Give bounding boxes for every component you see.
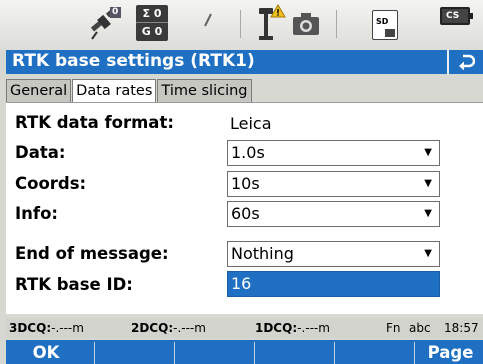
dropdown-arrow-icon: ▼ <box>424 248 432 259</box>
info-rate-value: 60s <box>231 204 260 223</box>
data-rate-label: Data: <box>15 143 66 162</box>
status-separator <box>336 10 337 38</box>
3d-quality: 3DCQ:-.---m <box>9 321 84 335</box>
tab-label: General <box>10 83 68 99</box>
rtk-data-format-label: RTK data format: <box>15 113 174 132</box>
tab-time-slicing[interactable]: Time slicing <box>157 79 252 103</box>
status-icon-bar: 0 Σ 0 G 0 SD CS <box>0 0 483 50</box>
sd-card-label: SD <box>376 17 389 26</box>
softkey-separator <box>94 342 95 364</box>
softkey-separator <box>254 342 255 364</box>
softkey-bar: OK Page <box>6 340 483 364</box>
tab-general[interactable]: General <box>6 79 72 103</box>
page-title: RTK base settings (RTK1) <box>12 51 255 71</box>
dropdown-arrow-icon: ▼ <box>424 208 432 219</box>
tab-label: Data rates <box>76 83 153 99</box>
data-rate-select[interactable]: 1.0s ▼ <box>227 140 440 166</box>
info-rate-label: Info: <box>15 204 58 223</box>
2d-quality: 2DCQ:-.---m <box>131 321 206 335</box>
back-arrow-icon <box>459 54 475 70</box>
sat-count-gps: G 0 <box>136 22 168 40</box>
softkey-separator <box>334 342 335 364</box>
softkey-separator <box>174 342 175 364</box>
softkey-separator <box>414 342 415 364</box>
back-button[interactable] <box>447 50 483 74</box>
quality-status-line: 3DCQ:-.---m 2DCQ:-.---m 1DCQ:-.---m Fn a… <box>6 318 483 338</box>
end-of-message-value: Nothing <box>231 244 294 263</box>
rtk-base-id-input[interactable]: 16 <box>227 271 440 297</box>
fn-indicator: Fn <box>386 321 401 335</box>
input-mode-indicator: abc <box>409 321 431 335</box>
battery-icon: CS <box>440 7 473 25</box>
rtk-base-id-value: 16 <box>231 274 252 293</box>
sat-count-icon: Σ 0 G 0 <box>136 5 168 41</box>
coords-rate-select[interactable]: 10s ▼ <box>227 171 440 197</box>
satellite-tracking-icon: 0 <box>88 6 122 46</box>
settings-panel: RTK data format: Leica Data: 1.0s ▼ Coor… <box>6 102 483 314</box>
satellite-count-badge: 0 <box>112 7 119 17</box>
dropdown-arrow-icon: ▼ <box>424 178 432 189</box>
battery-label: CS <box>446 11 460 21</box>
tab-label: Time slicing <box>161 83 248 99</box>
sat-count-total: Σ 0 <box>142 7 162 20</box>
title-bar: RTK base settings (RTK1) <box>6 50 483 74</box>
dropdown-arrow-icon: ▼ <box>424 147 432 158</box>
data-rate-value: 1.0s <box>231 143 265 162</box>
1d-quality: 1DCQ:-.---m <box>255 321 330 335</box>
radio-link-icon <box>202 12 214 32</box>
info-rate-select[interactable]: 60s ▼ <box>227 201 440 227</box>
ok-softkey[interactable]: OK <box>6 342 86 364</box>
rtk-base-id-label: RTK base ID: <box>15 275 133 294</box>
rtk-antenna-warning-icon <box>256 4 286 46</box>
tab-bar: General Data rates Time slicing <box>6 79 253 103</box>
page-softkey[interactable]: Page <box>418 342 483 364</box>
camera-icon <box>292 12 320 40</box>
rtk-data-format-value: Leica <box>230 114 272 133</box>
status-separator <box>240 10 241 38</box>
tab-data-rates[interactable]: Data rates <box>72 79 157 103</box>
sd-card-icon: SD <box>372 10 398 40</box>
coords-rate-label: Coords: <box>15 174 87 193</box>
clock: 18:57 <box>444 321 479 335</box>
coords-rate-value: 10s <box>231 174 260 193</box>
end-of-message-label: End of message: <box>15 244 169 263</box>
end-of-message-select[interactable]: Nothing ▼ <box>227 241 440 267</box>
